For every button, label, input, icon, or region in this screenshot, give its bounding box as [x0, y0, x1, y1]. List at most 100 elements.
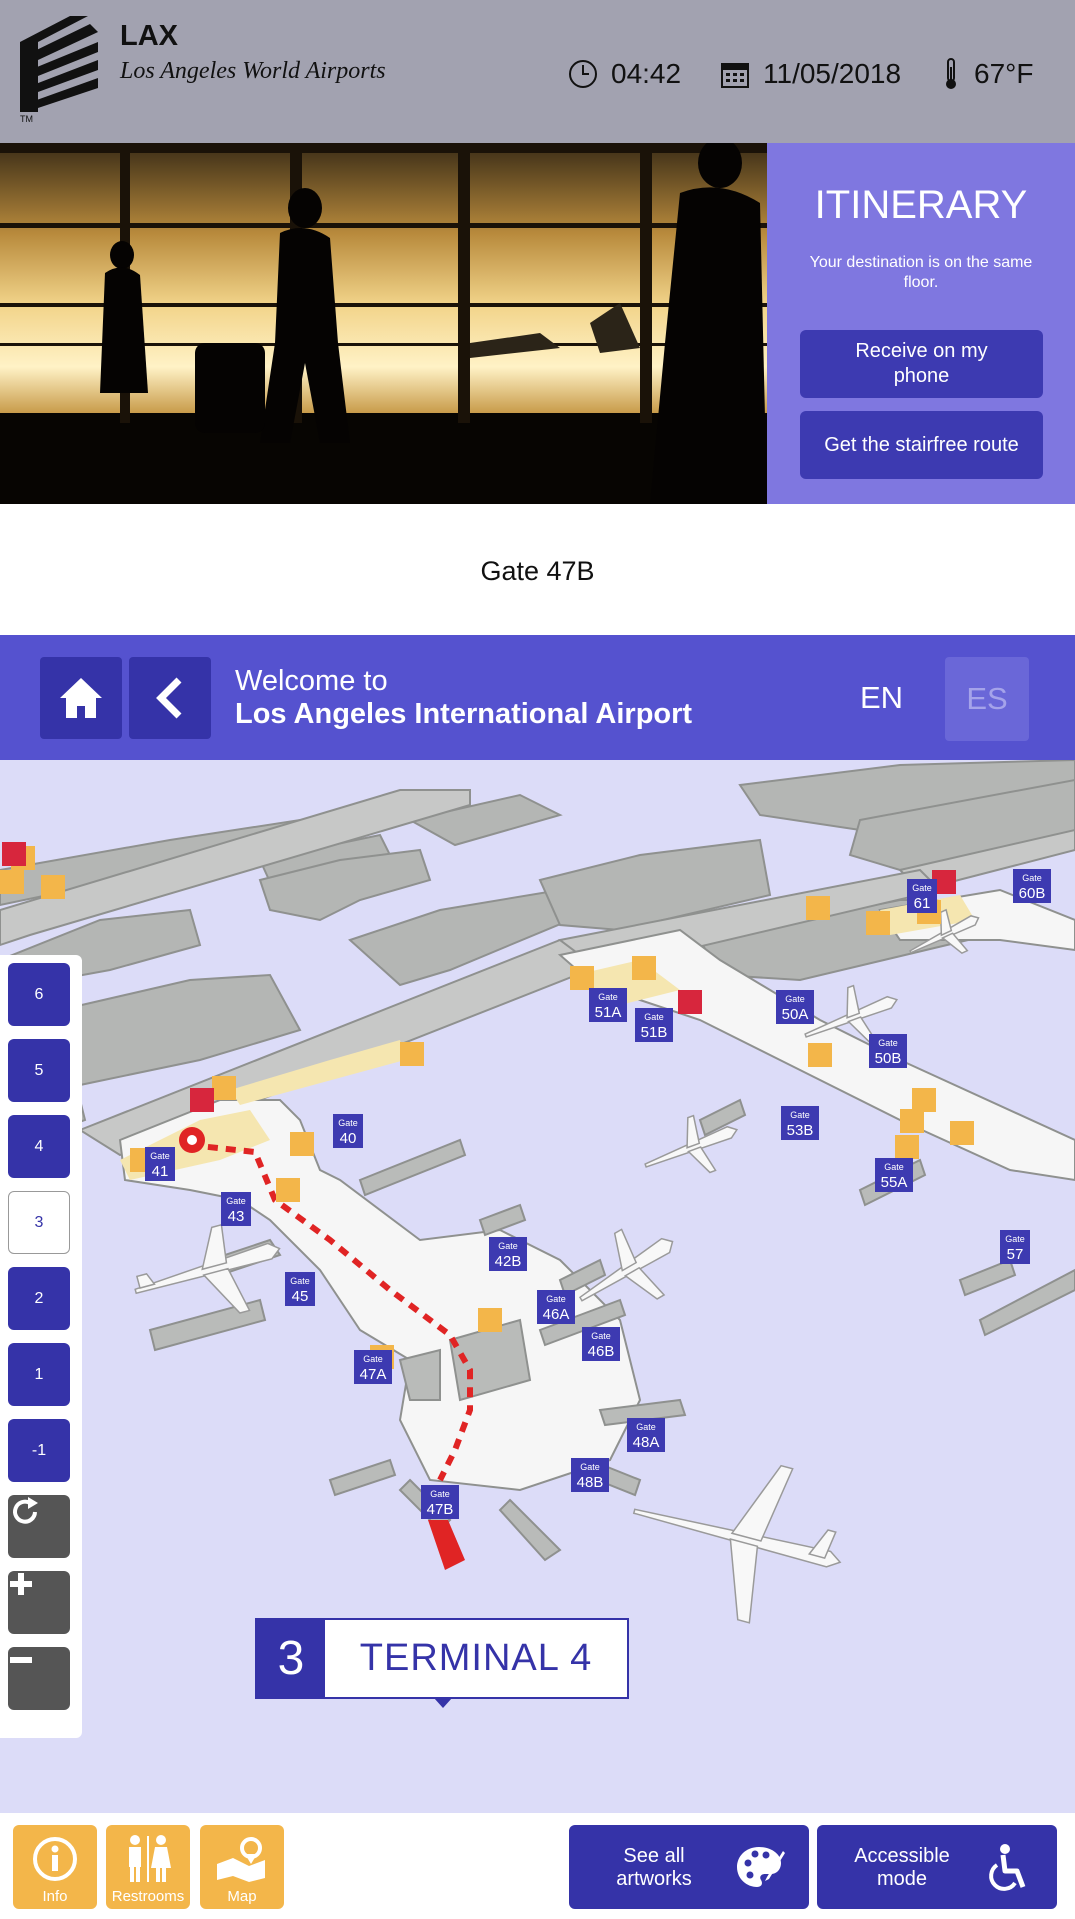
calendar-icon: [721, 63, 749, 88]
see-all-artworks-button[interactable]: See all artworks: [569, 1825, 809, 1909]
brand-name: Los Angeles World Airports: [120, 58, 386, 84]
terminal-floor-number: 3: [257, 1620, 325, 1697]
clock: 04:42: [567, 56, 681, 92]
gate-word: Gate: [363, 1354, 383, 1364]
floor-4-button[interactable]: 4: [8, 1115, 70, 1178]
gate-word: Gate: [644, 1012, 664, 1022]
chevron-left-icon: [156, 677, 182, 719]
home-button[interactable]: [40, 657, 122, 739]
gate-marker-51b[interactable]: Gate 51B: [635, 1008, 673, 1042]
floor-1-button[interactable]: 1: [8, 1343, 70, 1406]
amenity-icon: [866, 911, 890, 935]
amenity-icon: [632, 956, 656, 980]
artworks-label: See all artworks: [616, 1845, 692, 1890]
brand-code: LAX: [120, 20, 178, 52]
gate-marker-60b[interactable]: Gate 60B: [1013, 869, 1051, 903]
gate-code: 57: [1007, 1246, 1024, 1263]
back-button[interactable]: [129, 657, 211, 739]
itinerary-subtitle: Your destination is on the same floor.: [809, 254, 1033, 291]
gate-code: 43: [228, 1208, 245, 1225]
accessible-mode-button[interactable]: Accessible mode: [817, 1825, 1057, 1909]
current-date: 11/05/2018: [763, 58, 902, 89]
gate-word: Gate: [430, 1489, 450, 1499]
gate-marker-46a[interactable]: Gate 46A: [537, 1290, 575, 1324]
map-label: Map: [227, 1888, 257, 1905]
gate-marker-41[interactable]: Gate 41: [145, 1147, 175, 1181]
terminal-label-pointer: [434, 1698, 452, 1708]
receive-on-phone-button[interactable]: Receive on my phone: [800, 330, 1043, 398]
amenity-icon: [0, 870, 24, 894]
floor-selector: 6 5 4 3 2 1 -1: [0, 955, 82, 1738]
gate-word: Gate: [1005, 1234, 1025, 1244]
floor-minus1-button[interactable]: -1: [8, 1419, 70, 1482]
amenity-icon: [808, 1043, 832, 1067]
gate-word: Gate: [884, 1162, 904, 1172]
welcome-line2: Los Angeles International Airport: [235, 698, 693, 730]
info-icon: [33, 1837, 77, 1881]
restroom-icon: [129, 1835, 171, 1882]
gate-word: Gate: [912, 883, 932, 893]
floor-6-button[interactable]: 6: [8, 963, 70, 1026]
restrooms-label: Restrooms: [111, 1888, 185, 1905]
palette-icon: [737, 1847, 785, 1887]
zoom-out-button[interactable]: [8, 1647, 70, 1710]
current-temperature: 67°F: [974, 58, 1034, 89]
gate-marker-53b[interactable]: Gate 53B: [781, 1106, 819, 1140]
gate-marker-40[interactable]: Gate 40: [333, 1114, 363, 1148]
lax-logo-icon: TM: [20, 16, 98, 124]
security-checkpoint-icon: [2, 842, 26, 866]
destination-label: Gate 47B: [480, 556, 595, 586]
stairfree-route-button[interactable]: Get the stairfree route: [800, 411, 1043, 479]
amenity-icon: [895, 1135, 919, 1159]
floor-2-button[interactable]: 2: [8, 1267, 70, 1330]
floor-5-button[interactable]: 5: [8, 1039, 70, 1102]
gate-marker-48b[interactable]: Gate 48B: [571, 1458, 609, 1492]
destination-section: Gate 47B: [0, 504, 1075, 635]
language-es-button[interactable]: ES: [945, 657, 1029, 741]
floor-3-button[interactable]: 3: [8, 1191, 70, 1254]
gate-word: Gate: [591, 1331, 611, 1341]
gate-marker-57[interactable]: Gate 57: [1000, 1230, 1030, 1264]
gate-marker-50a[interactable]: Gate 50A: [776, 990, 814, 1024]
gate-marker-47a[interactable]: Gate 47A: [354, 1350, 392, 1384]
amenity-icon: [478, 1308, 502, 1332]
restrooms-button[interactable]: Restrooms: [106, 1825, 190, 1909]
info-button[interactable]: Info: [13, 1825, 97, 1909]
gate-code: 51B: [641, 1024, 668, 1041]
map-button[interactable]: Map: [200, 1825, 284, 1909]
gate-marker-51a[interactable]: Gate 51A: [589, 988, 627, 1022]
amenity-icon: [276, 1178, 300, 1202]
itinerary-title: ITINERARY: [814, 183, 1028, 227]
gate-marker-50b[interactable]: Gate 50B: [869, 1034, 907, 1068]
gate-marker-46b[interactable]: Gate 46B: [582, 1327, 620, 1361]
terminal-name: TERMINAL 4: [359, 1637, 593, 1679]
welcome-bar: Welcome to Los Angeles International Air…: [0, 635, 1075, 760]
gate-marker-55a[interactable]: Gate 55A: [875, 1158, 913, 1192]
amenity-icon: [950, 1121, 974, 1145]
gate-marker-61[interactable]: Gate 61: [907, 879, 937, 913]
top-bar: TM LAX Los Angeles World Airports 04:42 …: [0, 0, 1075, 143]
gate-code: 50B: [875, 1050, 902, 1067]
gate-word: Gate: [150, 1151, 170, 1161]
gate-word: Gate: [498, 1241, 518, 1251]
gate-marker-47b[interactable]: Gate 47B: [421, 1485, 459, 1519]
gate-marker-45[interactable]: Gate 45: [285, 1272, 315, 1306]
terminal-map[interactable]: Gate 41 Gate 40 Gate 43 Gate 45 Gate 42B Gate 46A Ga…: [0, 760, 1075, 1813]
bottom-bar: Info Restrooms Map See all artworks Acce…: [0, 1813, 1075, 1919]
date: 11/05/2018: [719, 56, 901, 92]
reset-view-button[interactable]: [8, 1495, 70, 1558]
gate-word: Gate: [598, 992, 618, 1002]
gate-code: 41: [152, 1163, 169, 1180]
welcome-line1: Welcome to: [235, 665, 388, 697]
amenity-icon: [806, 896, 830, 920]
gate-marker-43[interactable]: Gate 43: [221, 1192, 251, 1226]
zoom-in-button[interactable]: [8, 1571, 70, 1634]
language-en-button[interactable]: EN: [860, 680, 903, 716]
gate-code: 55A: [881, 1174, 908, 1191]
amenity-icon: [900, 1109, 924, 1133]
gate-marker-48a[interactable]: Gate 48A: [627, 1418, 665, 1452]
gate-code: 48A: [633, 1434, 660, 1451]
gate-marker-42b[interactable]: Gate 42B: [489, 1237, 527, 1271]
hero-image: [0, 143, 767, 504]
map-icon: [217, 1837, 265, 1882]
